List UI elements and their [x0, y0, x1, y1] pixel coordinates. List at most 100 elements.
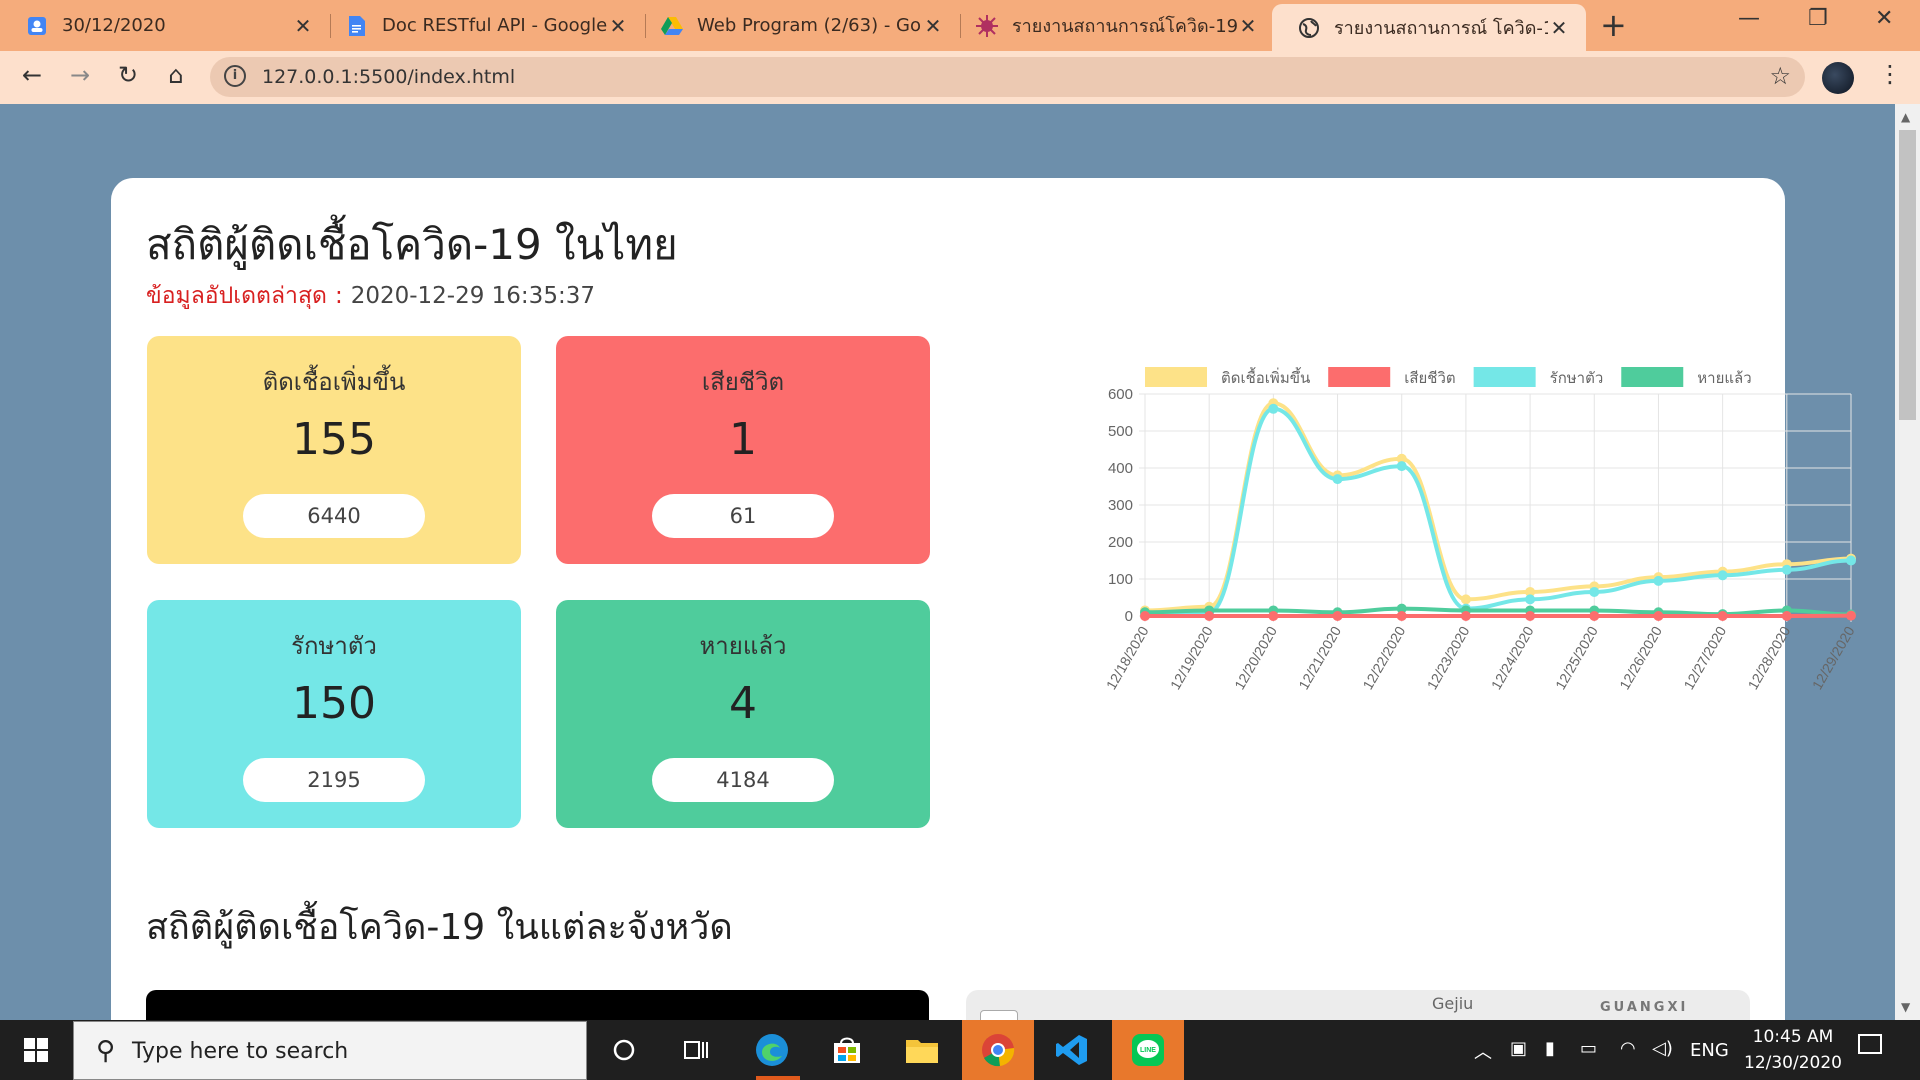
x-tick-label: 12/22/2020	[1359, 623, 1408, 692]
avatar[interactable]	[1822, 62, 1854, 94]
home-icon[interactable]: ⌂	[160, 61, 192, 89]
globe-icon	[1298, 17, 1320, 39]
chevron-up-icon[interactable]: ︿	[1474, 1038, 1492, 1064]
data-point[interactable]	[1589, 611, 1600, 621]
legend-swatch[interactable]	[1473, 367, 1536, 387]
trend-chart: 0 100 200 300 400 500 600 12/18/2020 12/19/2020 1…	[1071, 338, 1871, 698]
data-point[interactable]	[1781, 611, 1792, 621]
omnibox[interactable]: i 127.0.0.1:5500/index.html ☆	[210, 57, 1805, 97]
close-icon[interactable]: ✕	[607, 14, 629, 38]
battery-icon[interactable]: ▭	[1580, 1038, 1597, 1059]
data-point[interactable]	[1460, 611, 1471, 621]
docs-icon	[346, 15, 368, 37]
x-tick-label: 12/19/2020	[1167, 623, 1216, 692]
search-icon: ⚲	[96, 1036, 116, 1066]
data-point[interactable]	[1589, 586, 1600, 597]
task-view-icon[interactable]	[672, 1026, 720, 1074]
vscode-icon[interactable]	[1048, 1026, 1096, 1074]
notification-icon[interactable]	[1858, 1034, 1882, 1054]
data-point[interactable]	[1204, 611, 1215, 621]
meet-now-icon[interactable]: ▣	[1510, 1038, 1527, 1059]
legend-label[interactable]: เสียชีวิต	[1404, 369, 1455, 387]
restore-icon[interactable]: ❐	[1808, 6, 1828, 31]
url-text[interactable]: 127.0.0.1:5500/index.html	[262, 66, 515, 88]
tab-covid-report[interactable]: รายงานสถานการณ์โควิด-19 ป ✕	[950, 0, 1275, 51]
usb-icon[interactable]: ▮	[1545, 1038, 1555, 1059]
series-line	[1144, 606, 1852, 617]
windows-start-icon[interactable]	[24, 1038, 48, 1062]
stat-total: 6440	[243, 494, 425, 538]
y-tick-label: 200	[1108, 534, 1133, 551]
data-point[interactable]	[1525, 611, 1536, 621]
page-title: สถิติผู้ติดเชื้อโควิด-19 ในไทย	[146, 220, 678, 269]
series-line	[1144, 406, 1852, 617]
legend-label[interactable]: ติดเชื้อเพิ่มขึ้น	[1221, 367, 1310, 387]
data-point[interactable]	[1653, 611, 1664, 621]
data-point[interactable]	[1396, 461, 1407, 472]
chrome-icon[interactable]	[974, 1026, 1022, 1074]
language-indicator[interactable]: ENG	[1690, 1040, 1729, 1061]
scrollbar-thumb[interactable]	[1899, 130, 1916, 420]
data-point[interactable]	[1846, 555, 1856, 566]
x-tick-label: 12/20/2020	[1231, 623, 1280, 692]
wifi-icon[interactable]: ◠	[1620, 1038, 1636, 1059]
data-point[interactable]	[1396, 611, 1407, 621]
tab-contacts[interactable]: 30/12/2020 ✕	[0, 0, 330, 51]
data-point[interactable]	[1781, 564, 1792, 575]
close-icon[interactable]: ✕	[292, 14, 314, 38]
edge-active-indicator	[756, 1076, 800, 1080]
info-icon[interactable]: i	[224, 65, 246, 87]
cortana-icon[interactable]	[600, 1026, 648, 1074]
edge-icon[interactable]	[748, 1026, 796, 1074]
legend-swatch[interactable]	[1145, 367, 1207, 387]
legend-label[interactable]: หายแล้ว	[1697, 369, 1751, 387]
data-point[interactable]	[1140, 611, 1150, 621]
data-point[interactable]	[1525, 594, 1536, 605]
page-scrollbar[interactable]: ▲ ▼	[1895, 104, 1920, 1020]
x-tick-label: 12/21/2020	[1295, 623, 1344, 692]
close-window-icon[interactable]: ✕	[1875, 6, 1893, 31]
minimize-icon[interactable]: —	[1738, 6, 1760, 31]
volume-icon[interactable]: ◁)	[1652, 1038, 1673, 1059]
data-point[interactable]	[1846, 610, 1856, 621]
store-icon[interactable]	[823, 1026, 871, 1074]
tab-covid-active[interactable]: รายงานสถานการณ์ โควิด-19 ✕	[1272, 4, 1586, 51]
bookmark-star-icon[interactable]: ☆	[1769, 62, 1791, 90]
scroll-down-icon[interactable]: ▼	[1901, 1000, 1910, 1014]
legend-swatch[interactable]	[1328, 367, 1391, 387]
legend-label[interactable]: รักษาตัว	[1550, 369, 1604, 387]
back-icon[interactable]: ←	[16, 61, 48, 89]
menu-icon[interactable]: ⋮	[1878, 60, 1902, 88]
x-tick-label: 12/27/2020	[1680, 623, 1729, 692]
tab-title: รายงานสถานการณ์โควิด-19 ป	[1012, 16, 1237, 37]
clock-date: 12/30/2020	[1744, 1053, 1842, 1073]
close-icon[interactable]: ✕	[1548, 16, 1570, 40]
close-icon[interactable]: ✕	[1237, 14, 1259, 38]
data-point[interactable]	[1332, 611, 1343, 621]
clock[interactable]: 10:45 AM 12/30/2020	[1728, 1024, 1858, 1076]
y-tick-label: 400	[1108, 460, 1133, 477]
file-explorer-icon[interactable]	[898, 1026, 946, 1074]
line-app-icon[interactable]: LINE	[1124, 1026, 1172, 1074]
legend-swatch[interactable]	[1621, 367, 1684, 387]
data-point[interactable]	[1332, 474, 1343, 485]
reload-icon[interactable]: ↻	[112, 61, 144, 89]
scroll-up-icon[interactable]: ▲	[1901, 110, 1910, 124]
data-point[interactable]	[1717, 611, 1728, 621]
new-tab-button[interactable]: +	[1600, 6, 1627, 44]
tab-drive[interactable]: Web Program (2/63) - Goo ✕	[635, 0, 960, 51]
close-icon[interactable]: ✕	[922, 14, 944, 38]
data-point[interactable]	[1653, 575, 1664, 586]
data-point[interactable]	[1268, 611, 1279, 621]
data-point[interactable]	[1717, 570, 1728, 581]
data-point[interactable]	[1268, 403, 1279, 414]
taskbar-search[interactable]: ⚲ Type here to search	[73, 1021, 587, 1080]
tab-docs[interactable]: Doc RESTful API - Google D ✕	[320, 0, 645, 51]
y-tick-label: 500	[1108, 423, 1133, 440]
search-placeholder[interactable]: Type here to search	[132, 1039, 348, 1064]
stat-label: ติดเชื้อเพิ่มขึ้น	[262, 368, 406, 396]
forward-icon[interactable]: →	[64, 61, 96, 89]
contacts-icon	[26, 15, 48, 37]
stat-value: 155	[292, 414, 376, 465]
data-point[interactable]	[1460, 594, 1471, 605]
